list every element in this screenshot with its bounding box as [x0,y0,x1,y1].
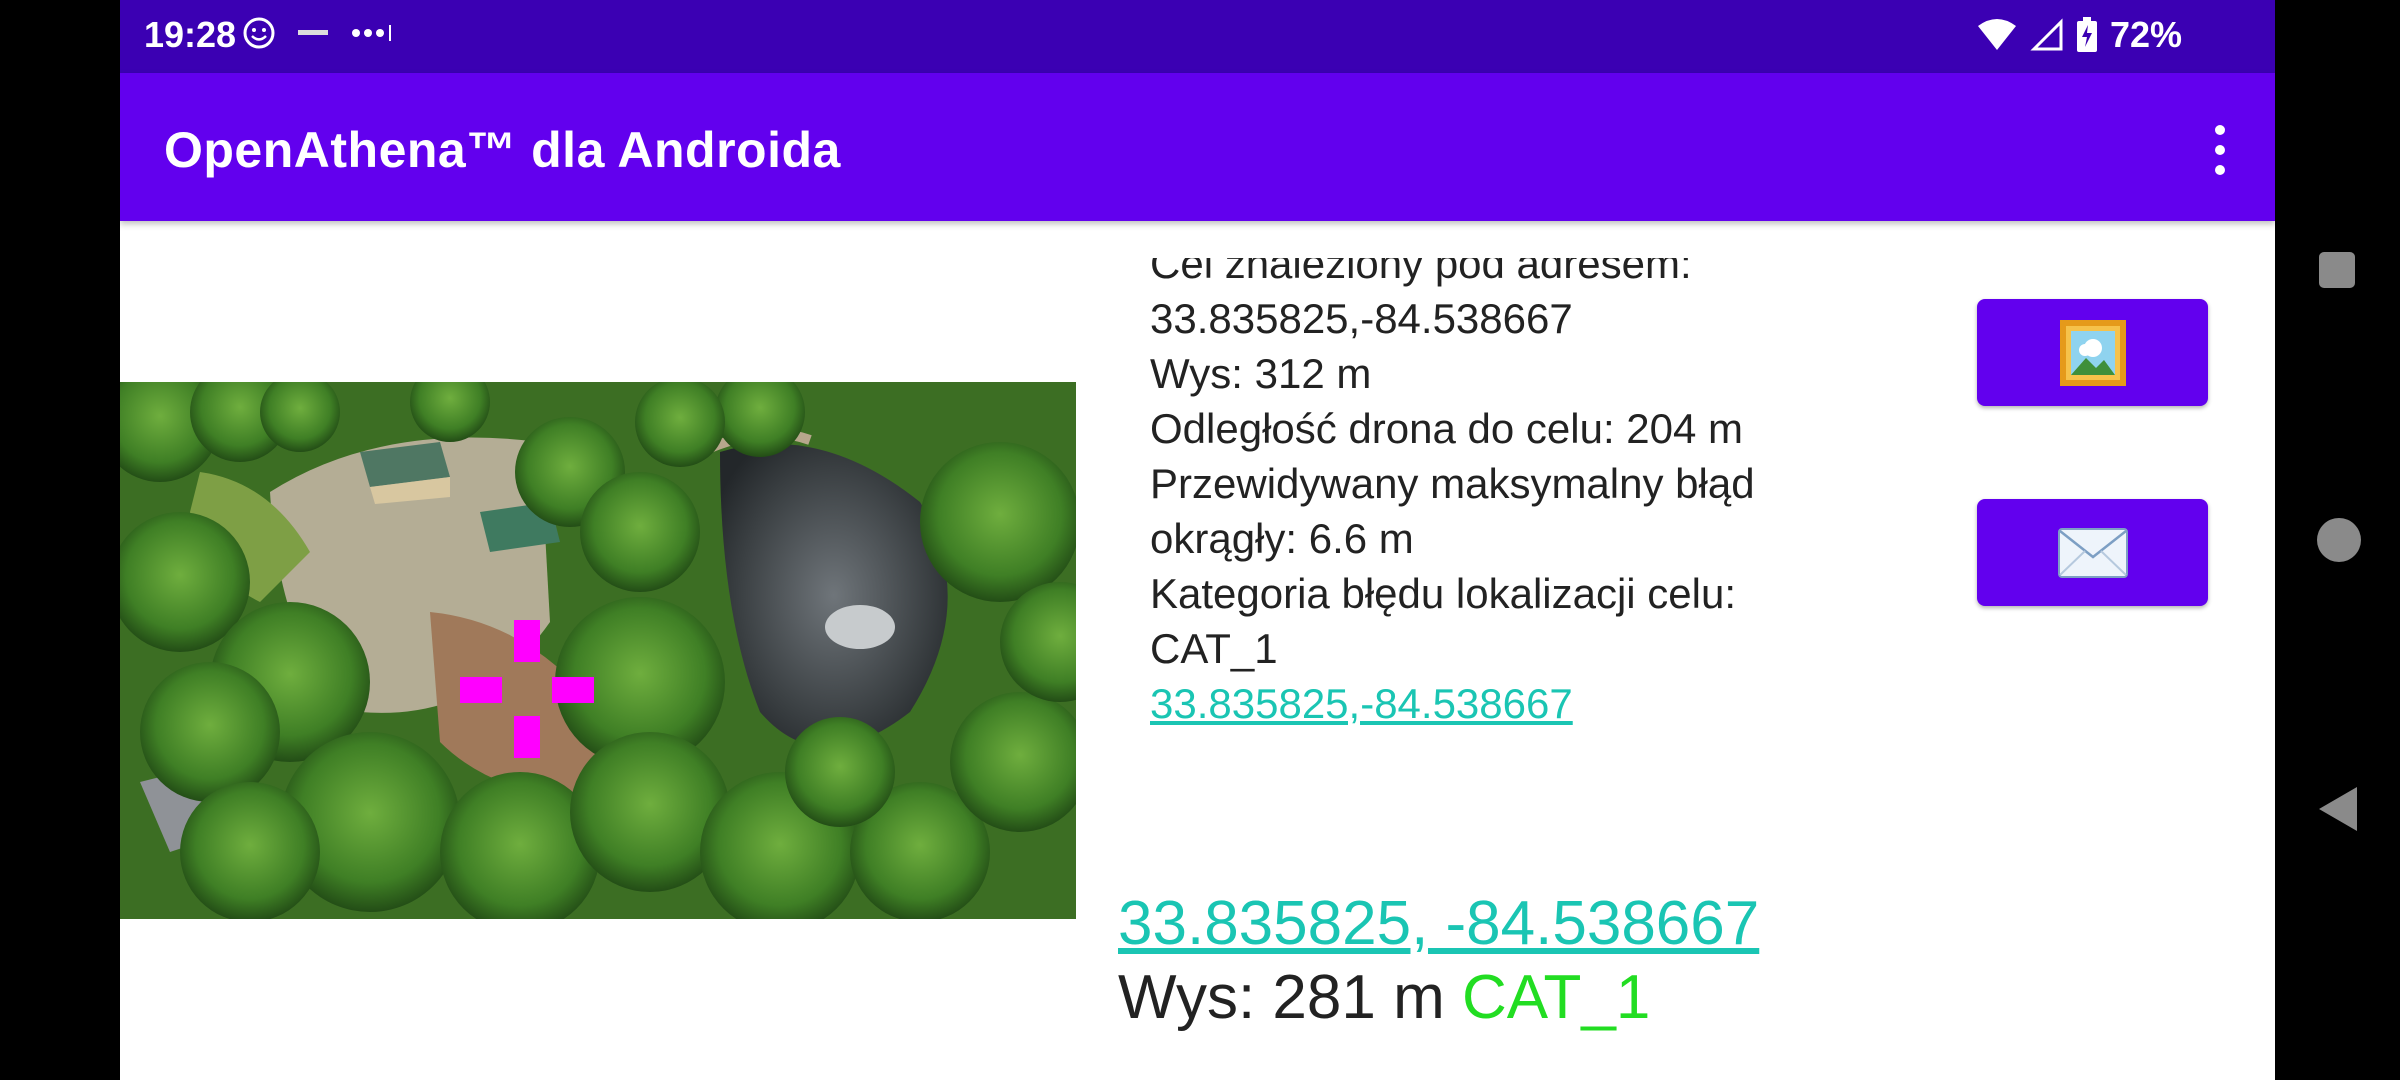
envelope-icon [2057,527,2128,578]
drone-image[interactable] [120,382,1076,919]
select-image-button[interactable] [1977,299,2208,406]
reticle-right [552,677,594,703]
result-line-altitude: Wys: 312 m [1150,350,1372,397]
result-line-found: Cel znaleziony pod adresem: [1150,258,1692,287]
more-vert-icon[interactable] [2205,125,2235,175]
reticle-bottom [514,716,540,758]
smiley-notification-icon [243,17,275,49]
result-line-category-label: Kategoria błędu lokalizacji celu: [1150,570,1737,617]
result-line-distance: Odległość drona do celu: 204 m [1150,405,1744,452]
reticle-left [460,677,502,703]
result-coords-link[interactable]: 33.835825,-84.538667 [1150,680,1573,727]
result-line-error-1: Przewidywany maksymalny błąd [1150,460,1755,507]
battery-charging-icon [2076,17,2097,52]
result-line-error-2: okrągły: 6.6 m [1150,515,1414,562]
status-time: 19:28 [144,14,237,55]
reticle-top [514,620,540,662]
home-circle-icon[interactable] [2317,515,2367,565]
send-email-button[interactable] [1977,499,2208,606]
recents-square-icon[interactable] [2317,250,2357,290]
app-bar: OpenAthena™ dla Androida [120,73,2275,221]
cell-signal-icon [2030,18,2063,51]
bottom-category: CAT_1 [1461,963,1651,1032]
wyze-icon [298,30,328,35]
wifi-icon [1977,19,2016,50]
navigation-bar [2275,0,2400,1080]
result-line-coords: 33.835825,-84.538667 [1150,295,1573,342]
battery-percent: 72% [2109,14,2182,55]
status-right-icons: 72% [1976,14,2182,56]
back-triangle-icon[interactable] [2317,785,2361,833]
notification-icons [242,16,394,50]
bottom-altitude-label: Wys: 281 m [1118,963,1445,1032]
bottom-coords-link[interactable]: 33.835825, -84.538667 [1118,888,1759,959]
result-line-category: CAT_1 [1150,625,1278,672]
bottom-altitude: Wys: 281 m CAT_1 [1118,962,1650,1033]
app-screen: 19:28 72% OpenAthena™ dla Androida Cel z… [120,0,2275,1080]
framed-picture-icon [2059,319,2126,386]
result-text-view: Cel znaleziony pod adresem: 33.835825,-8… [1150,258,1910,758]
status-bar: 19:28 72% [120,0,2275,73]
more-notifications-icon [352,25,391,41]
app-title: OpenAthena™ dla Androida [164,122,841,178]
